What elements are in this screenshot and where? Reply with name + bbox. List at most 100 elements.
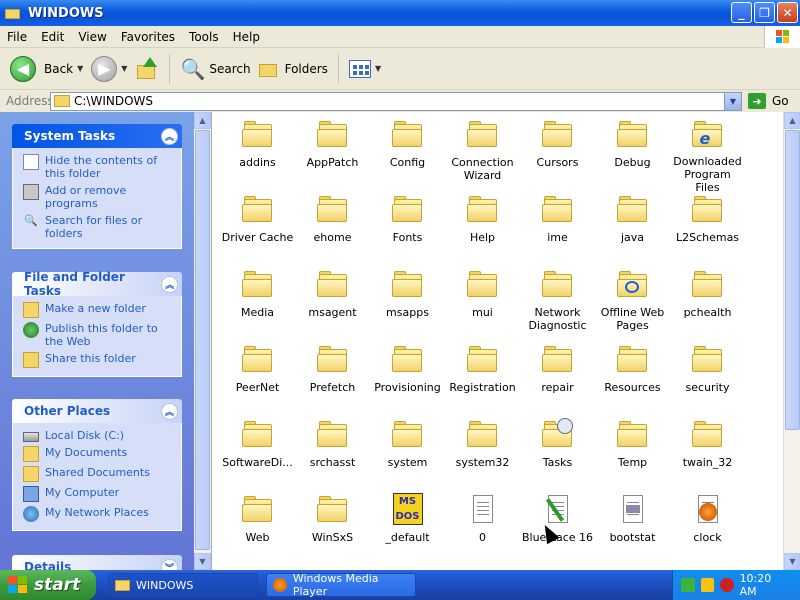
content-scrollbar[interactable]: ▲ ▼ [783,112,800,570]
task-pane-scrollbar[interactable]: ▲ ▼ [194,112,211,570]
task-new-folder[interactable]: Make a new folder [23,302,173,318]
file-item[interactable]: ime [520,193,595,268]
address-dropdown-button[interactable]: ▼ [724,92,741,110]
security-shield-icon[interactable] [700,578,715,592]
close-button[interactable]: ✕ [777,2,798,23]
file-item[interactable]: Web [220,493,295,568]
folders-button[interactable]: Folders [255,51,332,87]
network-status-icon[interactable] [681,578,695,592]
file-item[interactable]: msagent [295,268,370,343]
task-hide-contents[interactable]: Hide the contents of this folder [23,154,173,180]
task-add-remove-programs[interactable]: Add or remove programs [23,184,173,210]
up-folder-button[interactable] [131,51,163,87]
back-button[interactable]: ◀ Back ▼ [6,51,87,87]
file-item[interactable]: Debug [595,118,670,193]
menu-favorites[interactable]: Favorites [114,30,182,44]
file-item[interactable]: AppPatch [295,118,370,193]
file-item[interactable]: Registration [445,343,520,418]
file-item[interactable]: WinSxS [295,493,370,568]
minimize-button[interactable]: _ [731,2,752,23]
maximize-button[interactable]: ❐ [754,2,775,23]
other-places-header[interactable]: Other Places ︽ [12,399,182,423]
place-my-computer[interactable]: My Computer [23,486,173,502]
task-publish-web[interactable]: Publish this folder to the Web [23,322,173,348]
scroll-down-button[interactable]: ▼ [784,553,800,570]
file-folder-tasks-header[interactable]: File and Folder Tasks ︽ [12,270,182,298]
go-button[interactable]: ➜ Go [748,93,789,109]
task-share-folder[interactable]: Share this folder [23,352,173,368]
file-item[interactable]: clock [670,493,745,568]
menu-help[interactable]: Help [226,30,267,44]
expand-chevron-icon[interactable]: ︾ [161,558,178,570]
file-item[interactable]: L2Schemas [670,193,745,268]
file-list-view[interactable]: addins AppPatch Config Connection Wizard Cur… [211,112,778,570]
file-item[interactable]: system [370,418,445,493]
menu-tools[interactable]: Tools [182,30,226,44]
chevron-down-icon[interactable]: ▼ [77,64,83,73]
scroll-up-button[interactable]: ▲ [784,112,800,129]
start-button[interactable]: start [0,570,96,600]
task-search-files[interactable]: 🔍 Search for files or folders [23,214,173,240]
file-item[interactable]: e Downloaded Program Files [670,118,745,193]
file-item[interactable]: Fonts [370,193,445,268]
file-item[interactable]: addins [220,118,295,193]
taskbar-button-windows[interactable]: WINDOWS [108,573,258,597]
collapse-chevron-icon[interactable]: ︽ [161,275,178,293]
file-item[interactable]: Resources [595,343,670,418]
file-item[interactable]: system32 [445,418,520,493]
details-header[interactable]: Details ︾ [12,555,182,570]
file-item[interactable]: bootstat [595,493,670,568]
address-input[interactable]: C:\WINDOWS ▼ [50,91,742,111]
file-item[interactable]: 0 [445,493,520,568]
file-item-label: 0 [479,531,486,544]
scroll-thumb[interactable] [785,130,800,430]
file-item[interactable]: Config [370,118,445,193]
file-item[interactable]: Connection Wizard [445,118,520,193]
views-button[interactable]: ▼ [345,51,385,87]
menu-file[interactable]: File [0,30,34,44]
place-my-documents[interactable]: My Documents [23,446,173,462]
file-item[interactable]: Prefetch [295,343,370,418]
file-item[interactable]: Blue Lace 16 [520,493,595,568]
file-item[interactable]: Media [220,268,295,343]
scroll-thumb[interactable] [195,130,210,550]
taskbar-button-media-player[interactable]: Windows Media Player [266,572,416,598]
scroll-down-button[interactable]: ▼ [194,553,211,570]
system-tasks-header[interactable]: System Tasks ︽ [12,124,182,148]
place-shared-documents[interactable]: Shared Documents [23,466,173,482]
file-item[interactable]: Temp [595,418,670,493]
menu-edit[interactable]: Edit [34,30,71,44]
file-item[interactable]: Cursors [520,118,595,193]
title-bar[interactable]: WINDOWS _ ❐ ✕ [0,0,800,26]
collapse-chevron-icon[interactable]: ︽ [161,402,178,420]
file-item[interactable]: srchasst [295,418,370,493]
scroll-up-button[interactable]: ▲ [194,112,211,129]
file-item[interactable]: msapps [370,268,445,343]
file-item[interactable]: Network Diagnostic [520,268,595,343]
file-item[interactable]: SoftwareDi... [220,418,295,493]
file-item[interactable]: ehome [295,193,370,268]
folder-icon [391,193,425,227]
file-item[interactable]: twain_32 [670,418,745,493]
file-item[interactable]: mui [445,268,520,343]
file-item[interactable]: Offline Web Pages [595,268,670,343]
place-network-places[interactable]: My Network Places [23,506,173,522]
file-item[interactable]: Provisioning [370,343,445,418]
file-item[interactable]: repair [520,343,595,418]
alert-shield-icon[interactable] [720,578,734,592]
file-item[interactable]: security [670,343,745,418]
forward-button[interactable]: ▶ ▼ [87,51,131,87]
file-item[interactable]: MS DOS _default [370,493,445,568]
chevron-down-icon[interactable]: ▼ [121,64,127,73]
file-item[interactable]: Tasks [520,418,595,493]
file-item[interactable]: java [595,193,670,268]
file-item[interactable]: Driver Cache [220,193,295,268]
file-item[interactable]: PeerNet [220,343,295,418]
collapse-chevron-icon[interactable]: ︽ [161,127,178,145]
file-item[interactable]: pchealth [670,268,745,343]
file-item-label: pchealth [683,306,732,319]
file-item[interactable]: Help [445,193,520,268]
menu-view[interactable]: View [71,30,113,44]
search-button[interactable]: 🔍 Search [176,51,254,87]
place-local-disk[interactable]: Local Disk (C:) [23,429,173,442]
